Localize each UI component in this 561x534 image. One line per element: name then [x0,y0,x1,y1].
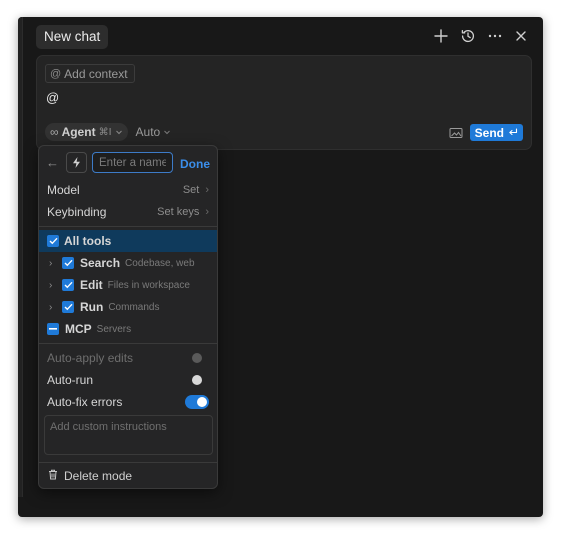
add-context-button[interactable]: @ Add context [45,64,135,83]
tool-row-edit[interactable]: › Edit Files in workspace [39,274,217,296]
tool-row-search[interactable]: › Search Codebase, web [39,252,217,274]
mode-label: Agent [61,125,96,139]
trash-icon [48,469,58,483]
more-icon[interactable] [486,27,504,45]
chevron-down-icon [163,125,171,139]
delete-mode-label: Delete mode [64,469,133,483]
done-button[interactable]: Done [180,157,210,171]
mode-shortcut: ⌘I [98,126,112,138]
all-tools-row[interactable]: All tools [39,230,217,252]
mcp-checkbox-partial[interactable] [47,323,59,335]
close-icon[interactable] [512,27,530,45]
model-setting-row[interactable]: Model Set › [39,179,217,201]
chat-header: New chat [18,17,543,55]
toggle-row-auto-run[interactable]: Auto-run [39,369,217,391]
all-tools-checkbox[interactable] [47,235,59,247]
setting-label: Keybinding [47,205,107,219]
keybinding-setting-row[interactable]: Keybinding Set keys › [39,201,217,223]
custom-instructions-input[interactable] [44,415,213,455]
infinity-icon: ∞ [50,125,59,139]
chat-input[interactable]: @ [46,90,59,105]
chevron-right-icon[interactable]: › [49,258,52,269]
setting-value: Set keys › [157,206,209,218]
setting-label: Model [47,183,80,197]
mode-name-input[interactable] [92,152,173,173]
tool-name: Edit [80,278,103,292]
tool-description: Servers [96,323,132,335]
mode-editor-header: ← Done [39,150,217,174]
back-arrow-icon[interactable]: ← [46,155,59,170]
enter-icon [508,126,518,140]
tool-description: Files in workspace [107,279,190,291]
tool-name: Run [80,300,104,314]
setting-value: Set › [183,184,209,196]
image-icon[interactable] [449,126,463,138]
toggle-on[interactable] [185,395,209,409]
add-context-label: Add context [64,66,128,81]
toggle-off[interactable] [192,375,202,385]
send-button[interactable]: Send [469,124,523,141]
send-label: Send [474,125,504,140]
chat-composer: @ Add context @ ∞ Agent ⌘I Auto Send [36,55,532,150]
toggle-row-auto-fix[interactable]: Auto-fix errors [39,391,217,413]
chevron-right-icon: › [205,206,209,218]
chat-tab[interactable]: New chat [36,25,109,49]
divider [39,462,217,463]
composer-toolbar: ∞ Agent ⌘I Auto [45,123,171,141]
toggle-row-auto-apply[interactable]: Auto-apply edits [39,347,217,369]
model-selector[interactable]: Auto [136,125,172,139]
tool-name: Search [80,256,121,270]
editor-edge [18,17,23,497]
all-tools-label: All tools [64,234,112,248]
mode-icon-picker[interactable] [66,152,87,173]
mode-selector[interactable]: ∞ Agent ⌘I [45,123,128,141]
setting-value-text: Set keys [157,206,200,218]
chevron-down-icon [115,125,123,139]
at-icon: @ [50,67,62,80]
delete-mode-button[interactable]: Delete mode [48,469,132,483]
chat-window: New chat @ Add context @ ∞ Agent ⌘I Auto… [18,17,543,517]
history-icon[interactable] [459,27,477,45]
setting-value-text: Set [182,184,200,196]
toggle-label: Auto-fix errors [47,395,123,409]
divider [39,226,217,227]
tool-row-run[interactable]: › Run Commands [39,296,217,318]
tool-description: Commands [108,301,160,313]
chevron-right-icon[interactable]: › [49,302,52,313]
tool-checkbox[interactable] [62,257,74,269]
tool-checkbox[interactable] [62,279,74,291]
divider [39,343,217,344]
tool-checkbox[interactable] [62,301,74,313]
chevron-right-icon: › [205,184,209,196]
toggle-label: Auto-apply edits [47,351,134,365]
tool-description: Codebase, web [125,257,195,269]
tool-row-mcp[interactable]: MCP Servers [39,318,217,340]
chevron-right-icon[interactable]: › [49,280,52,291]
mode-editor-panel: ← Done Model Set › Keybinding Set keys › [38,145,218,489]
toggle-label: Auto-run [47,373,94,387]
plus-icon[interactable] [432,27,450,45]
tool-name: MCP [65,322,92,336]
model-label: Auto [135,125,161,139]
toggle-disabled [192,353,202,363]
